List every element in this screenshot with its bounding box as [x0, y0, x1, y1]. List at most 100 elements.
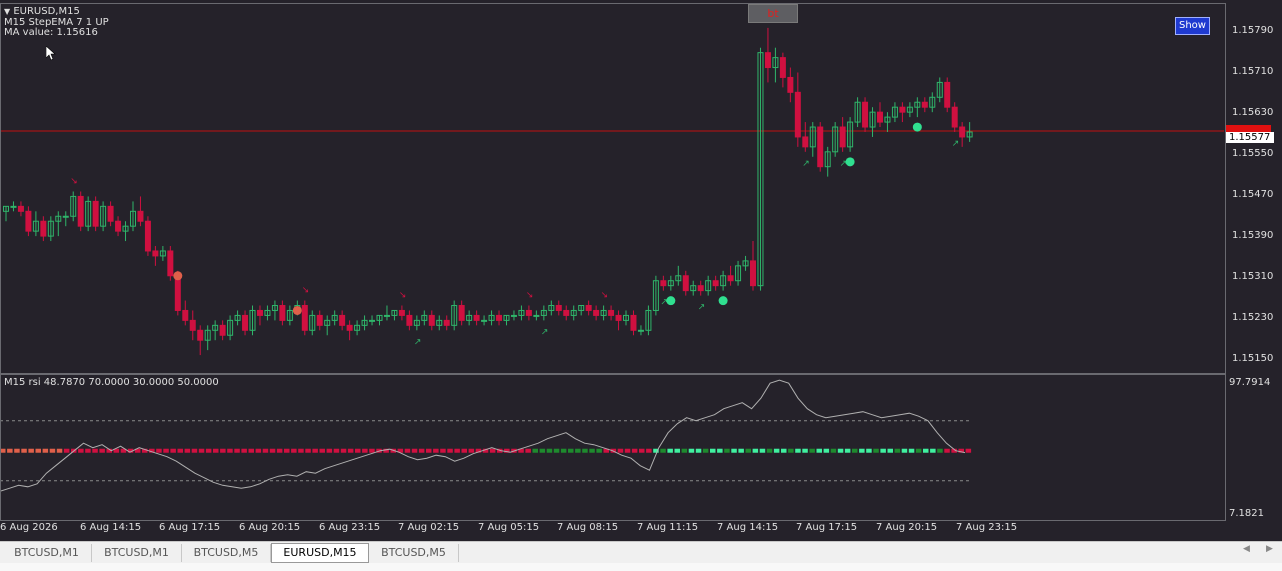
- rsi-chart[interactable]: [0, 375, 1224, 520]
- time-tick: 6 Aug 23:15: [319, 522, 381, 533]
- price-tick: 1.15470: [1232, 189, 1274, 200]
- candle-body: [951, 106, 958, 128]
- time-tick: 7 Aug 20:15: [876, 522, 938, 533]
- rsi-trend-segment: [213, 448, 219, 453]
- rsi-trend-segment: [837, 448, 844, 453]
- tab-btcusd-m5[interactable]: BTCUSD,M5: [182, 544, 271, 562]
- candle-body: [496, 314, 503, 321]
- signal-dot-icon: [718, 296, 728, 306]
- candle-body: [182, 309, 189, 321]
- candle-body: [428, 314, 435, 326]
- rsi-trend-segment: [759, 448, 766, 453]
- rsi-trend-segment: [745, 448, 751, 453]
- candle-body: [637, 329, 644, 332]
- time-tick: 6 Aug 14:15: [80, 522, 142, 533]
- candle-body: [316, 314, 323, 326]
- rsi-trend-segment: [560, 448, 567, 453]
- rsi-trend-segment: [333, 448, 340, 453]
- signal-dot-icon: [173, 271, 183, 281]
- rsi-trend-segment: [617, 448, 624, 453]
- rsi-trend-segment: [369, 448, 375, 453]
- rsi-trend-segment: [355, 448, 361, 453]
- candle-body: [152, 250, 159, 257]
- candle-body: [279, 305, 286, 321]
- rsi-trend-segment: [724, 448, 730, 453]
- rsi-trend-segment: [575, 448, 581, 453]
- rsi-trend-segment: [752, 448, 759, 453]
- rsi-trend-segment: [773, 448, 780, 453]
- tab-btcusd-m1[interactable]: BTCUSD,M1: [92, 544, 182, 562]
- rsi-trend-segment: [944, 448, 950, 453]
- rsi-axis-bottom: 7.1821: [1229, 508, 1264, 519]
- rsi-trend-segment: [489, 448, 496, 453]
- candle-body: [301, 305, 308, 331]
- tab-eurusd-m15[interactable]: EURUSD,M15: [271, 543, 369, 563]
- rsi-trend-segment: [220, 448, 226, 453]
- rsi-trend-segment: [184, 448, 191, 453]
- rsi-pane[interactable]: [0, 375, 1224, 520]
- candle-body: [899, 106, 906, 113]
- chart-window[interactable]: ↘ ↘ ↘ ↘ ↘ ↗ ↗ ↗ ↗ ↗ ↗ ↗ ▼ EURUSD,M15 M15 StepEMA 7 …: [0, 0, 1282, 541]
- candle-body: [921, 101, 928, 108]
- rsi-trend-segment: [468, 448, 475, 453]
- time-tick: 7 Aug 08:15: [557, 522, 619, 533]
- rsi-trend-segment: [418, 448, 425, 453]
- candle-body: [563, 309, 570, 316]
- bt-button[interactable]: bt: [748, 4, 798, 23]
- rsi-trend-segment: [844, 448, 851, 453]
- rsi-trend-segment: [788, 448, 794, 453]
- rsi-trend-segment: [35, 448, 41, 453]
- rsi-trend-segment: [426, 448, 432, 453]
- candle-body: [10, 205, 17, 208]
- rsi-trend-segment: [269, 448, 276, 453]
- rsi-trend-segment: [49, 448, 56, 453]
- price-pane[interactable]: ↘ ↘ ↘ ↘ ↘ ↗ ↗ ↗ ↗ ↗ ↗ ↗: [0, 3, 1224, 373]
- rsi-trend-segment: [440, 448, 446, 453]
- sell-arrow-icon: ↘: [399, 291, 407, 301]
- chevron-down-icon[interactable]: ▼: [4, 7, 10, 16]
- rsi-trend-segment: [248, 448, 254, 453]
- rsi-trend-segment: [901, 448, 908, 453]
- sell-arrow-icon: ↘: [302, 286, 310, 296]
- rsi-trend-segment: [667, 448, 673, 453]
- rsi-trend-segment: [852, 448, 858, 453]
- symbol-header[interactable]: ▼ EURUSD,M15: [4, 7, 80, 17]
- rsi-trend-segment: [85, 448, 91, 453]
- rsi-trend-segment: [674, 448, 680, 453]
- rsi-trend-segment: [823, 448, 830, 453]
- candle-body: [77, 195, 84, 227]
- rsi-trend-segment: [312, 448, 318, 453]
- candle-body: [862, 101, 869, 128]
- tab-btcusd-m5[interactable]: BTCUSD,M5: [369, 544, 459, 562]
- rsi-trend-segment: [660, 448, 666, 453]
- scroll-right-icon[interactable]: ▶: [1266, 544, 1273, 554]
- candle-body: [107, 205, 114, 222]
- candle-body: [40, 220, 47, 237]
- time-tick: 7 Aug 23:15: [956, 522, 1018, 533]
- signal-dot-icon: [912, 122, 922, 132]
- scroll-left-icon[interactable]: ◀: [1243, 544, 1250, 554]
- rsi-trend-segment: [447, 448, 453, 453]
- candle-body: [615, 314, 622, 321]
- signal-dot-icon: [292, 305, 302, 315]
- candle-body: [369, 319, 376, 322]
- candle-body: [62, 215, 69, 218]
- candle-body: [764, 52, 771, 69]
- candle-body: [197, 329, 204, 341]
- rsi-trend-segment: [596, 448, 602, 453]
- rsi-trend-segment: [326, 448, 333, 453]
- rsi-axis-top: 97.7914: [1229, 377, 1271, 388]
- price-tick: 1.15790: [1232, 25, 1274, 36]
- rsi-trend-segment: [433, 448, 439, 453]
- rsi-trend-segment: [830, 448, 837, 453]
- status-strip: [0, 563, 1282, 571]
- rsi-trend-segment: [631, 448, 638, 453]
- candlestick-chart[interactable]: ↘↘ ↘ ↘ ↘↗↗↗ ↗↗ ↗↗: [0, 3, 1224, 373]
- mouse-cursor-icon: [46, 46, 56, 61]
- show-button[interactable]: Show: [1175, 17, 1210, 35]
- candle-body: [660, 280, 667, 287]
- rsi-trend-segment: [404, 448, 411, 453]
- buy-arrow-icon: ↗: [541, 327, 549, 337]
- rsi-trend-segment: [568, 448, 574, 453]
- tab-btcusd-m1[interactable]: BTCUSD,M1: [2, 544, 92, 562]
